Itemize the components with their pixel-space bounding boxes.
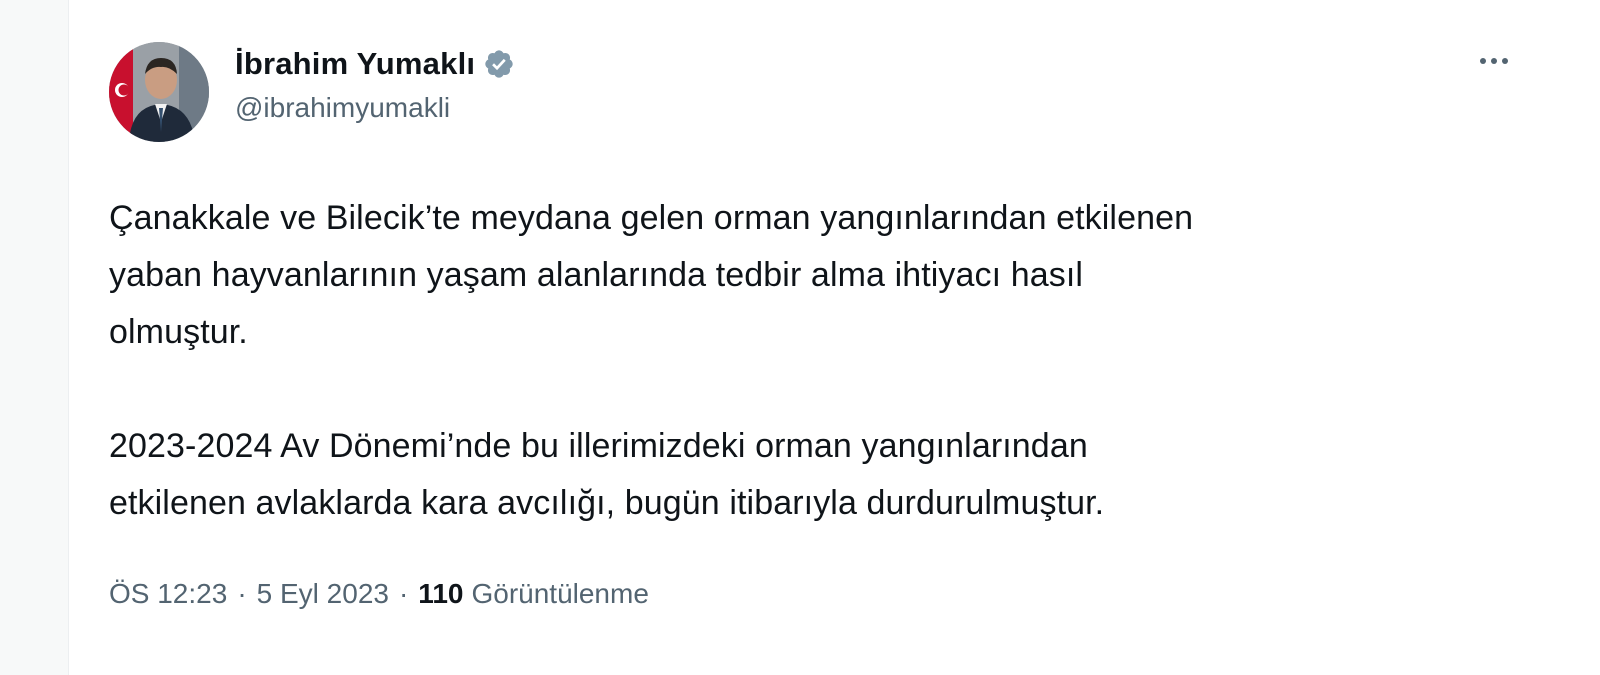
avatar[interactable]: [109, 42, 209, 142]
tweet-text: Çanakkale ve Bilecik’te meydana gelen or…: [109, 190, 1489, 532]
author-identity: İbrahim Yumaklı @ibrahimyumakli: [235, 42, 515, 124]
dot: [1480, 58, 1486, 64]
name-row: İbrahim Yumaklı: [235, 42, 515, 86]
meta-separator: ·: [237, 578, 247, 609]
views-label: Görüntülenme: [471, 578, 649, 609]
tweet-meta: ÖS 12:23 · 5 Eyl 2023 · 110 Görüntülenme: [109, 578, 649, 610]
more-options-icon[interactable]: [1472, 46, 1516, 76]
tweet-card: İbrahim Yumaklı @ibrahimyumakli Çanakkal…: [68, 0, 1600, 675]
author-handle[interactable]: @ibrahimyumakli: [235, 92, 515, 124]
verified-badge-icon: [483, 48, 515, 80]
dot: [1502, 58, 1508, 64]
tweet-paragraph: 2023-2024 Av Dönemi’nde bu illerimizdeki…: [109, 427, 1105, 522]
avatar-image: [109, 42, 209, 142]
tweet-time[interactable]: ÖS 12:23: [109, 578, 227, 610]
dot: [1491, 58, 1497, 64]
tweet-header: İbrahim Yumaklı @ibrahimyumakli: [109, 38, 1560, 148]
meta-separator: ·: [398, 578, 409, 609]
tweet-paragraph: Çanakkale ve Bilecik’te meydana gelen or…: [109, 199, 1194, 351]
page: İbrahim Yumaklı @ibrahimyumakli Çanakkal…: [0, 0, 1600, 675]
views-count: 110: [418, 578, 464, 609]
author-display-name[interactable]: İbrahim Yumaklı: [235, 46, 475, 82]
tweet-date[interactable]: 5 Eyl 2023: [257, 578, 389, 610]
